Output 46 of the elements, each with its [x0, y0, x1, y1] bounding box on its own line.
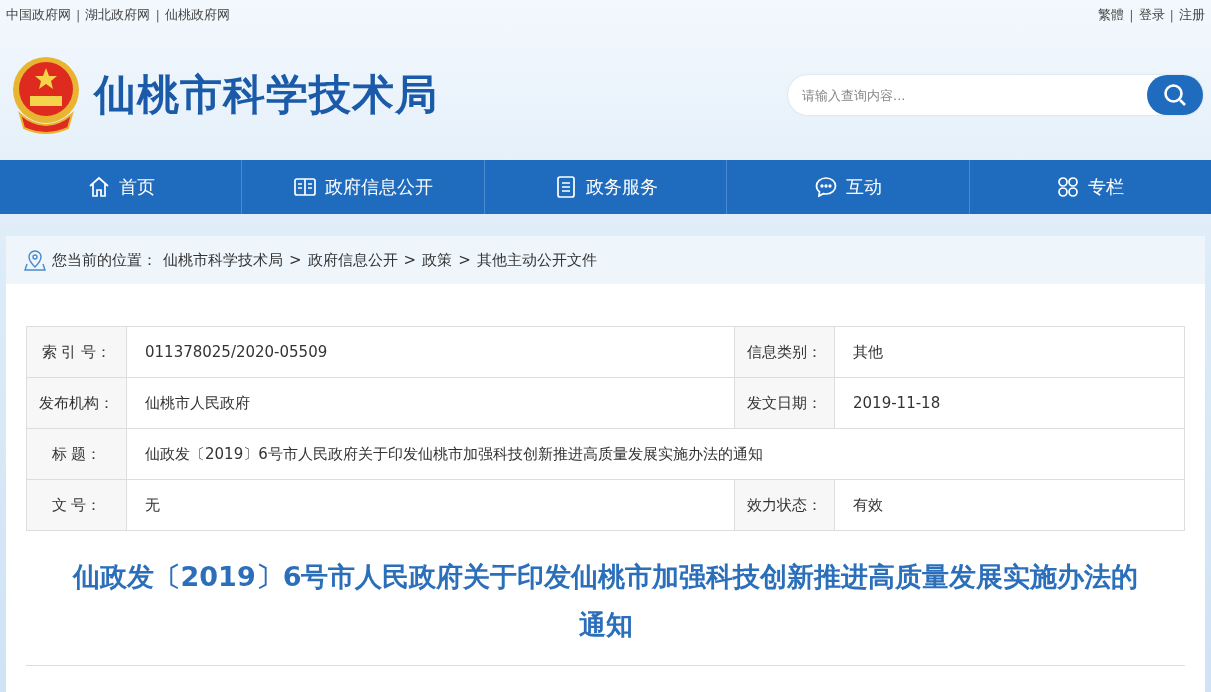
book-icon	[293, 175, 318, 199]
search-button[interactable]	[1147, 75, 1203, 115]
field-value: 仙桃市人民政府	[127, 378, 735, 429]
divider: |	[1129, 7, 1134, 23]
nav-tab[interactable]: 首页	[0, 160, 243, 214]
article-title: 仙政发〔2019〕6号市人民政府关于印发仙桃市加强科技创新推进高质量发展实施办法的通知	[71, 560, 1140, 642]
divider: |	[76, 7, 81, 23]
field-label: 发文日期：	[735, 378, 835, 429]
search-icon	[1162, 82, 1188, 108]
breadcrumb-separator: >	[289, 251, 302, 269]
nav-tab[interactable]: 政府信息公开	[242, 160, 485, 214]
field-label: 文 号：	[27, 480, 127, 531]
national-emblem-icon	[10, 56, 82, 134]
field-label: 索 引 号：	[27, 327, 127, 378]
divider: |	[155, 7, 160, 23]
nav-tab[interactable]: 政务服务	[484, 160, 728, 214]
user-link[interactable]: 繁體	[1098, 6, 1125, 24]
breadcrumb-separator: >	[403, 251, 417, 269]
field-value: 仙政发〔2019〕6号市人民政府关于印发仙桃市加强科技创新推进高质量发展实施办法的通知	[127, 429, 1185, 480]
user-link[interactable]: 登录	[1138, 6, 1165, 24]
field-value: 有效	[835, 480, 1185, 531]
field-label: 发布机构：	[27, 378, 127, 429]
nav-tab[interactable]: 专栏	[969, 160, 1211, 214]
breadcrumb-link[interactable]: 政策	[422, 250, 453, 270]
breadcrumb-separator: >	[458, 251, 471, 269]
site-link[interactable]: 中国政府网	[6, 6, 71, 24]
breadcrumb-link[interactable]: 其他主动公开文件	[476, 250, 597, 270]
site-link[interactable]: 湖北政府网	[85, 6, 151, 24]
breadcrumb-link[interactable]: 仙桃市科学技术局	[163, 250, 283, 270]
breadcrumb-link[interactable]: 政府信息公开	[307, 250, 398, 270]
field-label: 信息类别：	[735, 327, 835, 378]
grid-icon	[1056, 175, 1081, 199]
divider: |	[1169, 7, 1174, 23]
site-title: 仙桃市科学技术局	[94, 69, 438, 121]
field-label: 标 题：	[27, 429, 127, 480]
field-value: 011378025/2020-05509	[127, 327, 735, 378]
field-value: 其他	[835, 327, 1185, 378]
field-label: 效力状态：	[735, 480, 835, 531]
field-value: 无	[127, 480, 735, 531]
user-link[interactable]: 注册	[1179, 6, 1205, 24]
breadcrumb-label: 您当前的位置：	[52, 250, 157, 270]
site-link[interactable]: 仙桃政府网	[164, 6, 230, 24]
location-pin-icon	[24, 249, 46, 271]
chat-icon	[813, 175, 838, 199]
field-value: 2019-11-18	[835, 378, 1185, 429]
nav-tab[interactable]: 互动	[727, 160, 970, 214]
